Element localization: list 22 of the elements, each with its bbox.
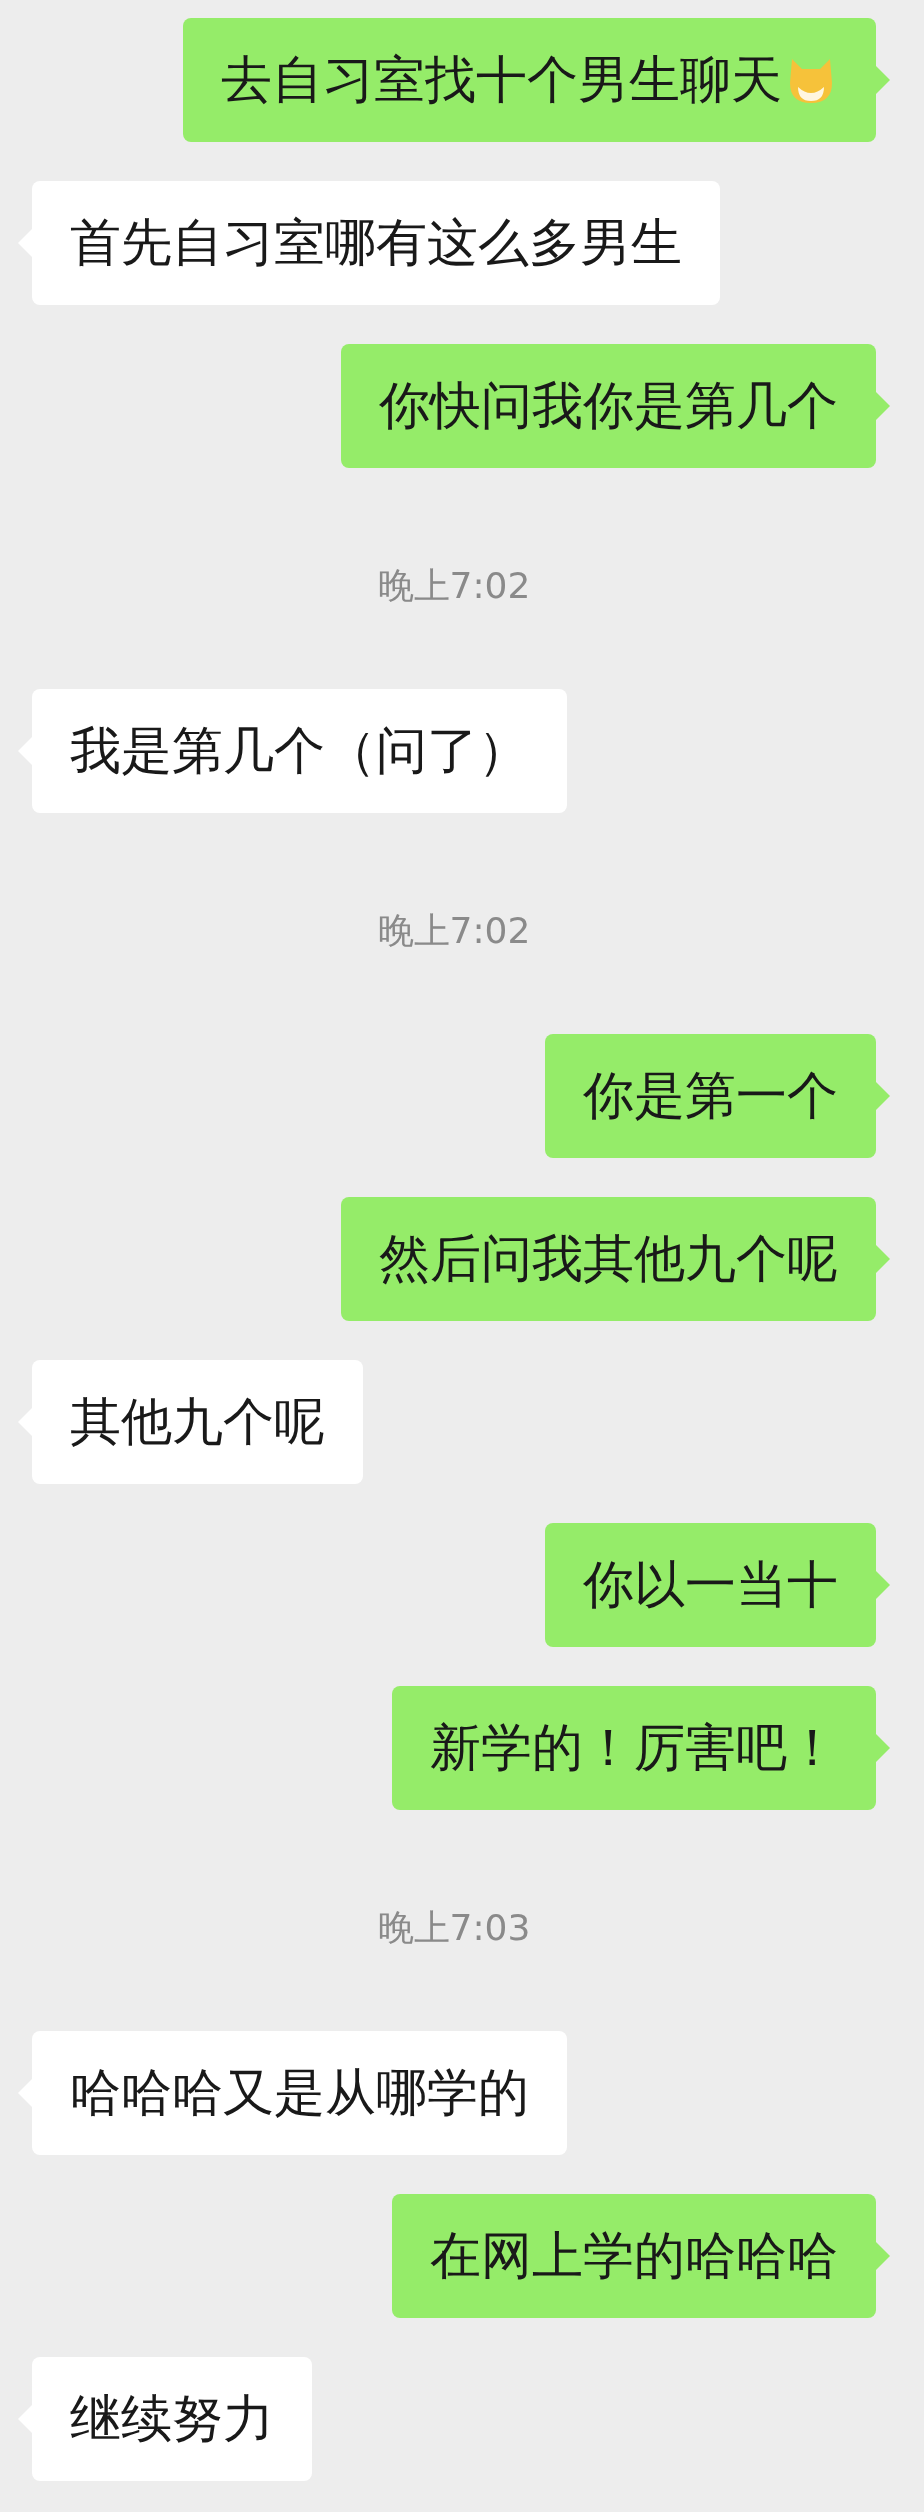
- bubble-tail: [876, 66, 890, 94]
- message-bubble: 你快问我你是第几个: [341, 344, 876, 468]
- message-bubble: 在网上学的哈哈哈: [392, 2194, 876, 2318]
- timestamp: 晚上7:02: [377, 909, 531, 953]
- message-bubble: 新学的！厉害吧！: [392, 1686, 876, 1810]
- bubble-tail: [876, 1734, 890, 1762]
- message-bubble: 其他九个呢: [32, 1360, 363, 1484]
- bubble-tail: [876, 1245, 890, 1273]
- bubble-tail: [876, 1571, 890, 1599]
- message-bubble: 首先自习室哪有这么多男生: [32, 181, 720, 305]
- message-bubble: 你以一当十: [545, 1523, 876, 1647]
- message-bubble: 哈哈哈又是从哪学的: [32, 2031, 567, 2155]
- timestamp: 晚上7:03: [377, 1906, 531, 1950]
- message-bubble: 你是第一个: [545, 1034, 876, 1158]
- timestamp: 晚上7:02: [377, 564, 531, 608]
- bubble-tail: [876, 392, 890, 420]
- message-bubble: 去自习室找十个男生聊天: [183, 18, 876, 142]
- bubble-tail: [876, 1082, 890, 1110]
- bubble-tail: [876, 2242, 890, 2270]
- message-bubble: 然后问我其他九个呢: [341, 1197, 876, 1321]
- message-bubble: 继续努力: [32, 2357, 312, 2481]
- message-bubble: 我是第几个（问了）: [32, 689, 567, 813]
